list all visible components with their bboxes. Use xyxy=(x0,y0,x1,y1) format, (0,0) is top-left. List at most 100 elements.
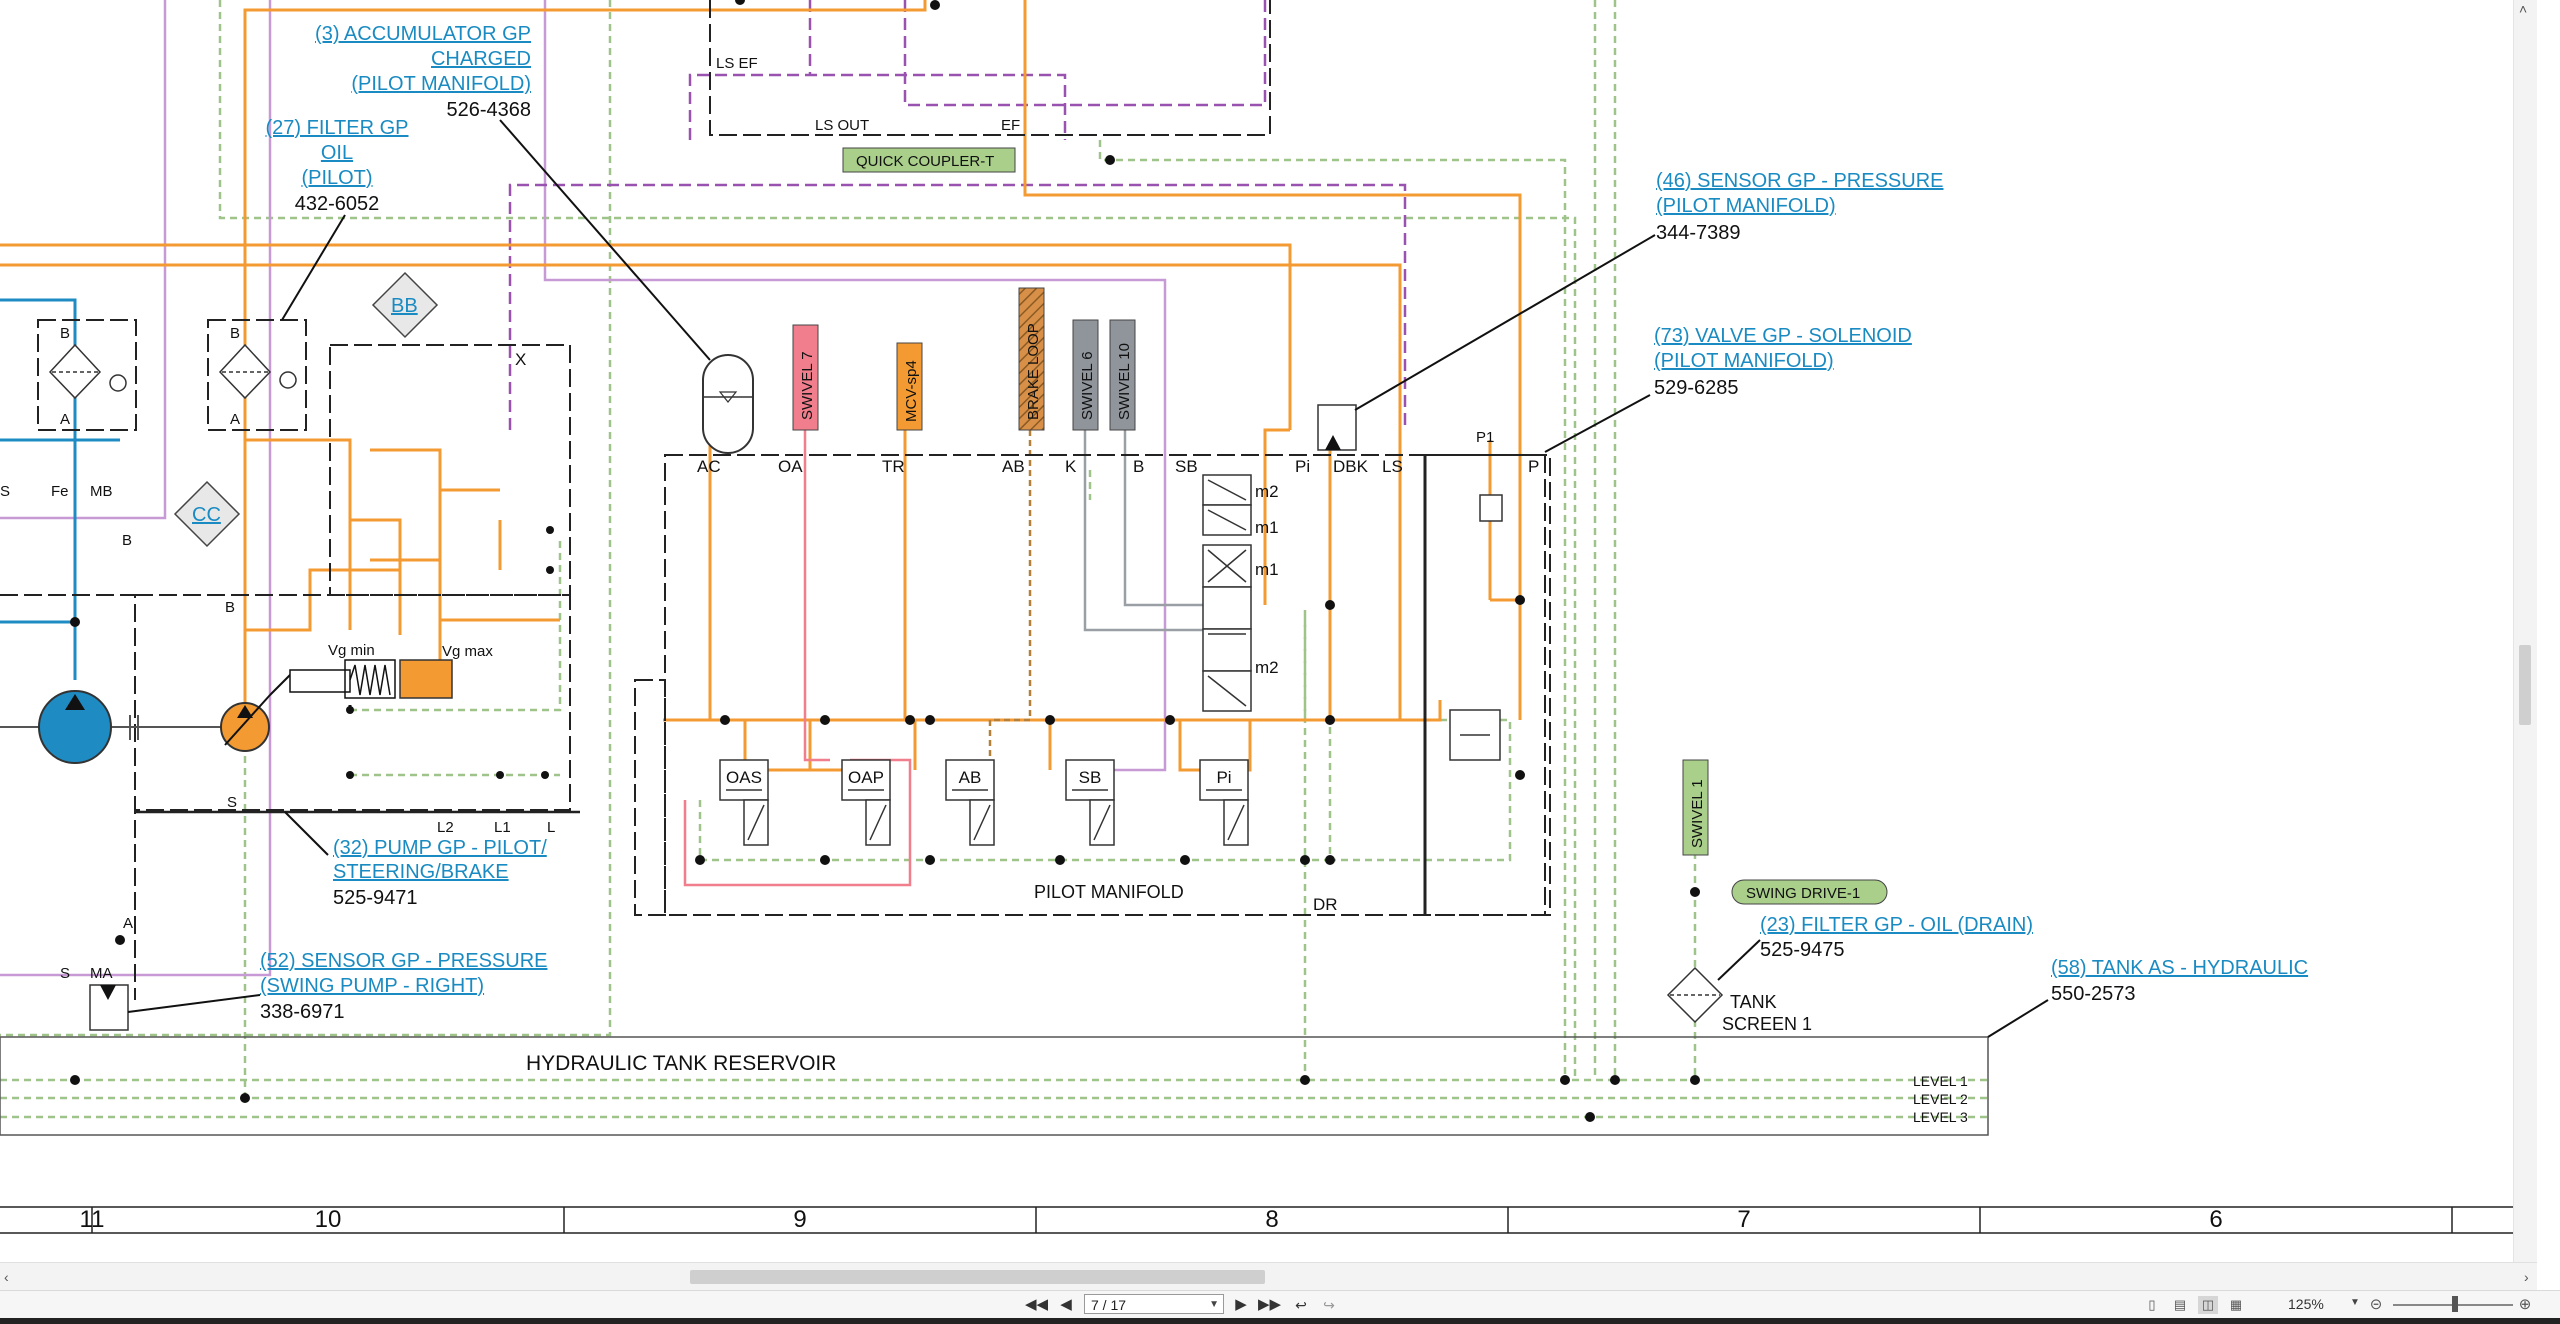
valve-oas: OAS xyxy=(719,759,769,846)
continuous-view-icon[interactable]: ▤ xyxy=(2170,1296,2190,1314)
port-label: LS EF xyxy=(716,55,758,72)
document-viewport[interactable]: SWIVEL 7 MCV-sp4 BRAKE LOOP SWIVEL 6 SWI… xyxy=(0,0,2537,1262)
vertical-scrollbar[interactable]: ˄ xyxy=(2513,0,2537,1262)
window-bottom-edge xyxy=(0,1318,2560,1324)
callout-title-line: (23) FILTER GP - OIL (DRAIN) xyxy=(1760,914,2033,936)
tag-label: MCV-sp4 xyxy=(903,360,920,422)
previous-page-icon[interactable]: ◀ xyxy=(1055,1295,1077,1315)
diamond-tag-label: CC xyxy=(192,504,221,526)
callout-title-line: (PILOT MANIFOLD) xyxy=(1654,350,1834,372)
tag-label: BRAKE LOOP xyxy=(1025,323,1042,420)
callout-sensor-52[interactable]: (52) SENSOR GP - PRESSURE (SWING PUMP - … xyxy=(260,950,547,1023)
port-label: AC xyxy=(697,457,721,476)
displacement-label: Vg min xyxy=(328,642,375,659)
part-number: 550-2573 xyxy=(2051,983,2136,1005)
callout-title-line: (32) PUMP GP - PILOT/ xyxy=(333,837,547,859)
brake-loop-tag[interactable]: BRAKE LOOP xyxy=(1018,287,1045,431)
valve-label: AB xyxy=(959,768,982,787)
solenoid-position-label: m1 xyxy=(1255,518,1279,537)
m-labels: m2 m1 m1 m2 xyxy=(1255,482,1279,677)
port-label: B xyxy=(1133,457,1144,476)
zoom-dropdown-icon[interactable]: ▼ xyxy=(2350,1297,2360,1308)
part-number: 525-9475 xyxy=(1760,939,1845,961)
port-label: EF xyxy=(1001,117,1020,134)
mcv-tag[interactable]: MCV-sp4 xyxy=(896,342,923,431)
level-2-label: LEVEL 2 xyxy=(1913,1091,1968,1107)
callout-tank-58[interactable]: (58) TANK AS - HYDRAULIC 550-2573 xyxy=(2051,957,2308,1005)
part-number: 344-7389 xyxy=(1656,222,1741,244)
zoom-slider-thumb[interactable] xyxy=(2452,1296,2458,1312)
horizontal-scroll-thumb[interactable] xyxy=(690,1270,1265,1284)
swivel10-tag[interactable]: SWIVEL 10 xyxy=(1109,319,1136,431)
single-page-view-icon[interactable]: ▯ xyxy=(2142,1296,2162,1314)
port-label: Pi xyxy=(1295,457,1310,476)
callout-title-line: (3) ACCUMULATOR GP xyxy=(315,23,531,45)
callout-title-line: (52) SENSOR GP - PRESSURE xyxy=(260,950,547,972)
pilot-manifold-label: PILOT MANIFOLD xyxy=(1034,882,1184,902)
page-back-icon[interactable]: ↩ xyxy=(1290,1295,1312,1315)
vertical-scroll-thumb[interactable] xyxy=(2519,645,2531,725)
chevron-down-icon: ▼ xyxy=(1209,1299,1219,1310)
callout-pump-32[interactable]: (32) PUMP GP - PILOT/ STEERING/BRAKE 525… xyxy=(333,837,547,909)
grid-ruler: 11 10 9 8 7 6 xyxy=(0,1206,2537,1234)
horizontal-scrollbar[interactable]: ‹ › xyxy=(0,1262,2537,1291)
swivel7-tag[interactable]: SWIVEL 7 xyxy=(792,324,819,431)
page-forward-icon[interactable]: ↪ xyxy=(1318,1295,1340,1315)
first-page-icon[interactable]: ◀◀ xyxy=(1025,1295,1048,1315)
main-directional-valve xyxy=(1202,474,1252,712)
zoom-out-icon[interactable]: ⊝ xyxy=(2366,1296,2386,1314)
scroll-left-icon[interactable]: ‹ xyxy=(4,1270,9,1284)
continuous-two-page-icon[interactable]: ▦ xyxy=(2226,1296,2246,1314)
pressure-sensor-46 xyxy=(1317,404,1357,451)
callout-title-line: (27) FILTER GP xyxy=(266,117,409,139)
scroll-up-icon[interactable]: ˄ xyxy=(2519,2,2527,16)
callout-title-line: (46) SENSOR GP - PRESSURE xyxy=(1656,170,1943,192)
page-number-input[interactable]: 7 / 17 ▼ xyxy=(1084,1294,1224,1314)
two-page-view-icon[interactable]: ◫ xyxy=(2198,1296,2218,1314)
grid-column-label: 10 xyxy=(315,1206,342,1233)
port-label: B xyxy=(230,325,240,342)
level-3-label: LEVEL 3 xyxy=(1913,1109,1968,1125)
callout-filter-pilot[interactable]: (27) FILTER GP OIL (PILOT) 432-6052 xyxy=(266,117,409,215)
callout-accumulator[interactable]: (3) ACCUMULATOR GP CHARGED (PILOT MANIFO… xyxy=(315,23,531,121)
last-page-icon[interactable]: ▶▶ xyxy=(1258,1295,1281,1315)
port-label: DBK xyxy=(1333,457,1369,476)
part-number: 525-9471 xyxy=(333,887,418,909)
zoom-in-icon[interactable]: ⊕ xyxy=(2515,1296,2535,1314)
port-label: X xyxy=(515,350,526,369)
port-label: A xyxy=(123,915,133,932)
callout-filter-23[interactable]: (23) FILTER GP - OIL (DRAIN) 525-9475 xyxy=(1760,914,2033,961)
bb-diamond-tag[interactable]: BB xyxy=(371,271,439,339)
valve-sb: SB xyxy=(1065,759,1115,846)
callout-solenoid-73[interactable]: (73) VALVE GP - SOLENOID (PILOT MANIFOLD… xyxy=(1654,325,1912,399)
valve-oap: OAP xyxy=(841,759,891,846)
port-label: S xyxy=(60,965,70,982)
callout-title-line: (58) TANK AS - HYDRAULIC xyxy=(2051,957,2308,979)
port-label: S xyxy=(0,483,10,500)
scroll-right-icon[interactable]: › xyxy=(2524,1270,2529,1284)
swing-drive-tag[interactable]: SWING DRIVE-1 xyxy=(1731,879,1888,905)
swivel6-tag[interactable]: SWIVEL 6 xyxy=(1072,319,1099,431)
port-label: LS xyxy=(1382,457,1403,476)
cc-diamond-tag[interactable]: CC xyxy=(173,480,241,548)
tank-screen-label: TANK xyxy=(1730,992,1777,1012)
page-number-value: 7 / 17 xyxy=(1091,1297,1127,1313)
part-number: 529-6285 xyxy=(1654,377,1739,399)
callout-sensor-46[interactable]: (46) SENSOR GP - PRESSURE (PILOT MANIFOL… xyxy=(1656,170,1943,244)
load-sense-lines xyxy=(508,0,1407,430)
grid-column-label: 9 xyxy=(793,1206,806,1233)
next-page-icon[interactable]: ▶ xyxy=(1230,1295,1252,1315)
zoom-level[interactable]: 125% xyxy=(2288,1296,2324,1312)
tag-label: SWIVEL 10 xyxy=(1116,343,1133,420)
port-label: TR xyxy=(882,457,905,476)
solenoid-position-label: m2 xyxy=(1255,482,1279,501)
tank-reservoir xyxy=(0,1036,1989,1136)
port-label: MA xyxy=(90,965,113,982)
port-label: AB xyxy=(1002,457,1025,476)
quick-coupler-tag[interactable]: QUICK COUPLER-T xyxy=(842,147,1016,173)
tag-label: SWIVEL 7 xyxy=(799,351,816,420)
port-label: LS OUT xyxy=(815,117,869,134)
port-label: MB xyxy=(90,483,113,500)
swivel1-tag[interactable]: SWIVEL 1 xyxy=(1682,759,1709,856)
port-label: P xyxy=(1528,457,1539,476)
